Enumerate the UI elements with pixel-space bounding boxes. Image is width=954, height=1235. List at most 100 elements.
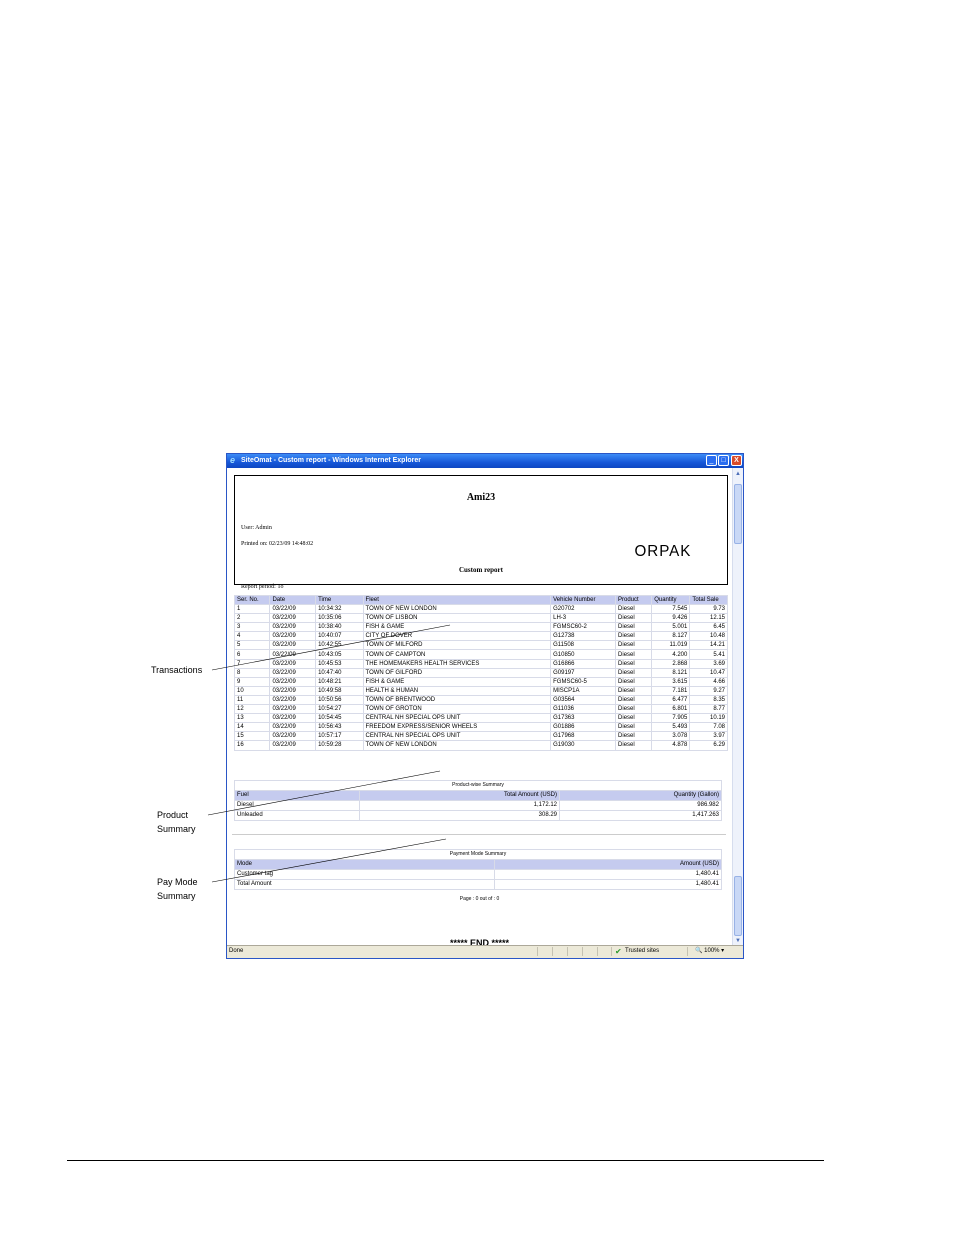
tx-cell: TOWN OF CAMPTON (362, 649, 552, 660)
tx-cell: 10:54:27 (315, 704, 364, 715)
tx-cell: THE HOMEMAKERS HEALTH SERVICES (362, 658, 552, 669)
callout-pay-mode-summary: Pay Mode Summary (157, 875, 198, 903)
tx-cell: 10:54:45 (315, 713, 364, 724)
tx-cell: G01886 (550, 722, 617, 733)
tx-cell: 6.29 (689, 740, 728, 751)
tx-cell: 3.97 (689, 731, 728, 742)
tx-cell: Diesel (615, 694, 653, 706)
tx-cell: FGMSC60-2 (550, 622, 617, 633)
callout-product-summary-line1: Product (157, 810, 189, 820)
tx-cell: TOWN OF NEW LONDON (362, 603, 552, 615)
callout-pay-mode-line2: Summary (157, 891, 196, 901)
tx-cell: 7.905 (651, 713, 691, 724)
tx-cell: 6.477 (651, 694, 691, 706)
minimize-button[interactable]: _ (706, 455, 717, 466)
tx-header-cell: Vehicle Number (550, 595, 617, 605)
tx-cell: 03/22/09 (269, 603, 317, 615)
summary-cell: Total Amount (234, 879, 495, 890)
status-separator (552, 947, 553, 956)
zoom-level[interactable]: 🔍 100% ▾ (695, 946, 724, 957)
tx-cell: 7.181 (651, 685, 691, 696)
printed-on: Printed on: 02/23/09 14:48:02 (241, 541, 314, 547)
tx-cell: 10:48:21 (315, 676, 364, 687)
tx-cell: Diesel (615, 613, 653, 624)
tx-cell: 2 (233, 613, 271, 624)
tx-cell: 10.47 (689, 667, 728, 678)
tx-cell: Diesel (615, 731, 653, 742)
tx-cell: 10.48 (689, 631, 728, 642)
title-bar[interactable]: e SiteOmat - Custom report - Windows Int… (227, 454, 743, 468)
tx-cell: 3.69 (689, 658, 728, 669)
tx-cell: G09197 (550, 667, 617, 678)
summary-cell: 1,172.12 (359, 800, 560, 811)
table-row: 1 03/22/09 10:34:32 TOWN OF NEW LONDON G2070… (233, 603, 728, 615)
status-separator (582, 947, 583, 956)
tx-cell: 3.615 (651, 676, 691, 687)
tx-cell: HEALTH & HUMAN (362, 685, 552, 696)
tx-cell: Diesel (615, 622, 653, 633)
tx-header-cell: Quantity (651, 595, 691, 605)
table-row: 12 03/22/09 10:54:27 TOWN OF GROTON G11036 Di… (233, 704, 728, 715)
callout-transactions: Transactions (151, 665, 203, 675)
tx-cell: 03/22/09 (269, 631, 317, 642)
tx-cell: 11 (233, 694, 271, 706)
tx-cell: Diesel (615, 640, 653, 651)
maximize-button[interactable]: □ (718, 455, 729, 466)
table-row: 5 03/22/09 10:42:55 TOWN OF MILFORD G11508 Di… (233, 640, 728, 651)
tx-cell: 14 (233, 722, 271, 733)
tx-cell: 10:47:40 (315, 667, 364, 678)
summary-cell: 1,480.41 (494, 869, 722, 880)
tx-cell: CITY OF DOVER (362, 631, 552, 642)
tx-cell: 15 (233, 731, 271, 742)
summary-cell: Diesel (234, 800, 360, 811)
tx-cell: 9.27 (689, 685, 728, 696)
scroll-down-icon[interactable]: ▼ (734, 937, 742, 945)
tx-cell: 03/22/09 (269, 622, 317, 633)
tx-cell: CENTRAL NH SPECIAL OPS UNIT (362, 731, 552, 742)
summary-header-cell: Mode (234, 859, 495, 870)
status-bar: Done ✔ Trusted sites 🔍 100% ▾ (227, 945, 743, 958)
summary-header-cell: Amount (USD) (494, 859, 722, 870)
window-title: SiteOmat - Custom report - Windows Inter… (241, 457, 422, 464)
tx-cell: 12 (233, 704, 271, 715)
callout-pay-mode-line1: Pay Mode (157, 877, 198, 887)
divider (232, 834, 726, 835)
summary-header-cell: Fuel (234, 790, 360, 801)
tx-cell: FISH & GAME (362, 676, 552, 687)
browser-window: e SiteOmat - Custom report - Windows Int… (226, 453, 744, 959)
tx-cell: 03/22/09 (269, 676, 317, 687)
tx-cell: 03/22/09 (269, 704, 317, 715)
trusted-sites-zone[interactable]: Trusted sites (625, 946, 659, 957)
table-row: 11 03/22/09 10:50:56 TOWN OF BRENTWOOD G0356… (233, 694, 728, 706)
tx-cell: 10:43:05 (315, 649, 364, 660)
tx-cell: Diesel (615, 713, 653, 724)
close-button[interactable]: X (731, 455, 742, 466)
tx-cell: G19030 (550, 740, 617, 751)
tx-cell: 10:50:56 (315, 694, 364, 706)
tx-cell: 8.121 (651, 667, 691, 678)
vertical-scrollbar[interactable]: ▲ ▼ (732, 468, 743, 947)
table-row: 15 03/22/09 10:57:17 CENTRAL NH SPECIAL OPS… (233, 731, 728, 742)
tx-cell: 4.66 (689, 676, 728, 687)
table-row: 4 03/22/09 10:40:07 CITY OF DOVER G12738 Dies… (233, 631, 728, 642)
tx-cell: 4.200 (651, 649, 691, 660)
tx-cell: G17968 (550, 731, 617, 742)
table-row: 14 03/22/09 10:56:43 FREEDOM EXPRESS/SENIOR… (233, 722, 728, 733)
page-footer-rule (67, 1160, 824, 1161)
summary-cell: 1,480.41 (494, 879, 722, 890)
table-row: 13 03/22/09 10:54:45 CENTRAL NH SPECIAL OPS… (233, 713, 728, 724)
product-summary-table: Product-wise Summary Fuel Total Amount (U… (234, 780, 722, 821)
tx-cell: G17363 (550, 713, 617, 724)
tx-cell: 2.868 (651, 658, 691, 669)
scroll-thumb[interactable] (734, 484, 742, 544)
table-row: Customer tag 1,480.41 (234, 869, 722, 880)
tx-cell: Diesel (615, 722, 653, 733)
tx-cell: 5 (233, 640, 271, 651)
tx-cell: 12.15 (689, 613, 728, 624)
scroll-up-icon[interactable]: ▲ (734, 470, 742, 478)
tx-header-cell: Total Sale (689, 595, 728, 605)
tx-cell: 4.878 (651, 740, 691, 751)
tx-cell: 7.545 (651, 603, 691, 615)
tx-cell: 10.19 (689, 713, 728, 724)
tx-cell: TOWN OF GROTON (362, 704, 552, 715)
